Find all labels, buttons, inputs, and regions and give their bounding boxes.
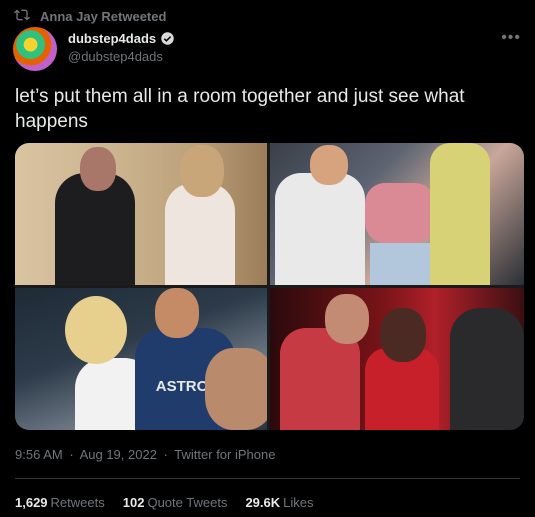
tweet-stats: 1,629 Retweets 102 Quote Tweets 29.6K Likes — [15, 495, 314, 510]
display-name[interactable]: dubstep4dads — [68, 31, 156, 46]
photo-1[interactable] — [15, 143, 267, 285]
author-block[interactable]: dubstep4dads @dubstep4dads — [68, 31, 175, 64]
more-options-icon[interactable]: ••• — [501, 29, 521, 47]
quote-tweets-stat[interactable]: 102 Quote Tweets — [123, 495, 228, 510]
verified-badge-icon — [160, 31, 175, 46]
tweet-date[interactable]: Aug 19, 2022 — [80, 447, 157, 462]
avatar[interactable] — [13, 27, 57, 71]
tweet-source[interactable]: Twitter for iPhone — [174, 447, 275, 462]
retweet-icon — [14, 7, 30, 26]
tweet-metadata: 9:56 AM · Aug 19, 2022 · Twitter for iPh… — [15, 447, 276, 462]
divider — [15, 478, 520, 479]
tweet-text: let’s put them all in a room together an… — [15, 86, 465, 132]
media-grid[interactable]: ASTROS — [15, 143, 524, 430]
likes-stat[interactable]: 29.6K Likes — [245, 495, 313, 510]
retweet-header[interactable]: Anna Jay Retweeted — [14, 7, 166, 26]
photo-3[interactable]: ASTROS — [15, 288, 267, 430]
photo-4[interactable] — [270, 288, 524, 430]
retweets-stat[interactable]: 1,629 Retweets — [15, 495, 105, 510]
photo-2[interactable] — [270, 143, 524, 285]
tweet-time[interactable]: 9:56 AM — [15, 447, 63, 462]
author-handle[interactable]: @dubstep4dads — [68, 49, 175, 64]
retweet-label: Anna Jay Retweeted — [40, 9, 167, 24]
